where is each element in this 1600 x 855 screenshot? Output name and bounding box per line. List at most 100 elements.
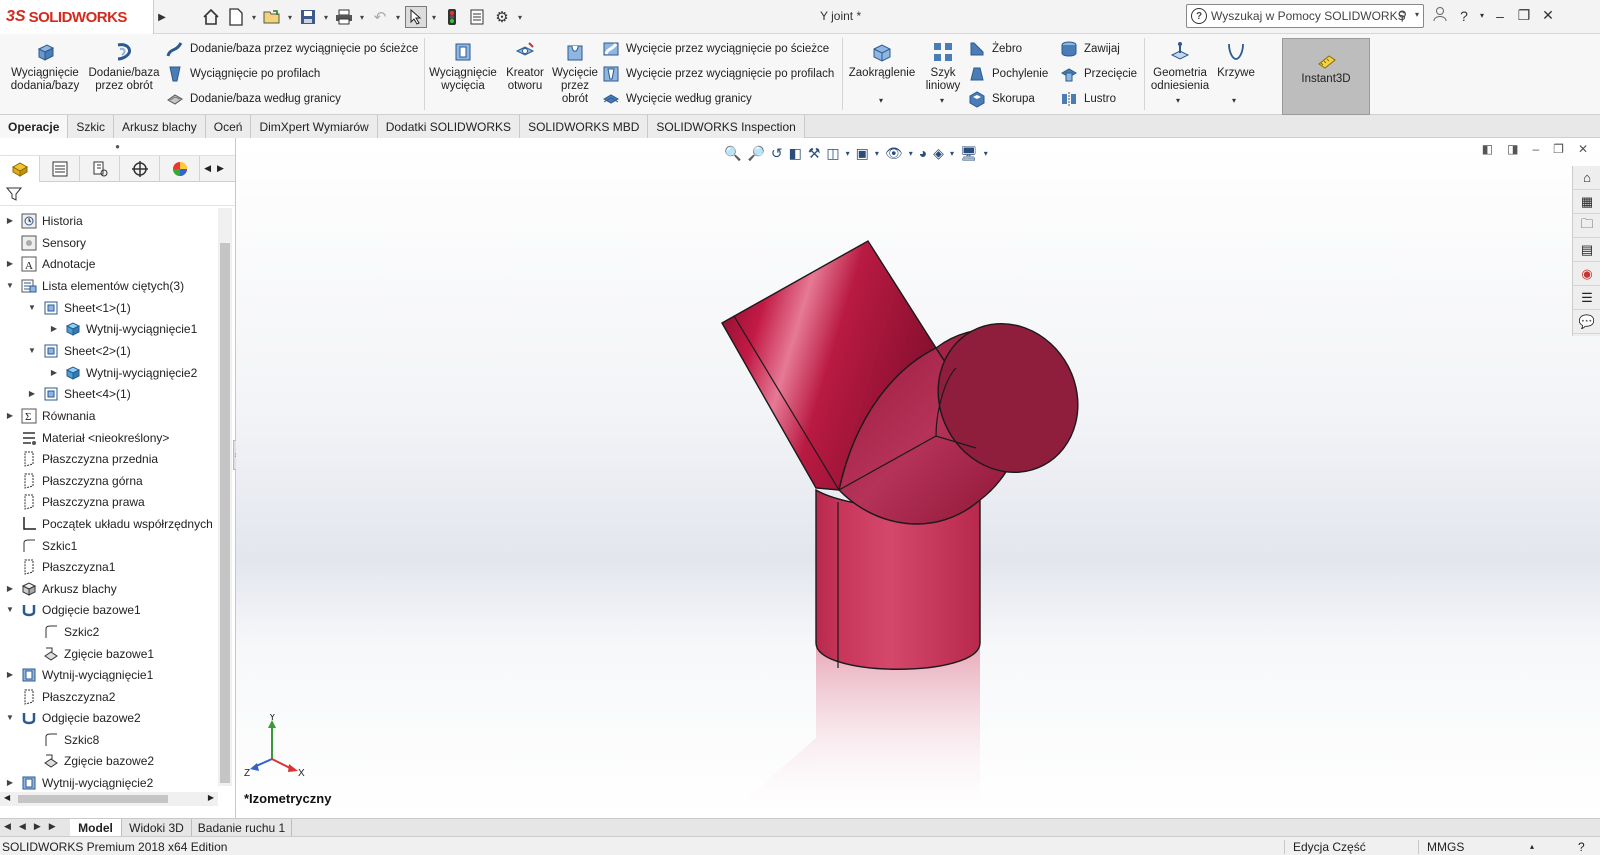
tab-dimxpert[interactable]: DimXpert Wymiarów	[251, 115, 378, 138]
hole-wizard-button[interactable]: Kreator otworu	[502, 40, 548, 93]
boundary-cut-button[interactable]: Wycięcie według granicy	[602, 90, 752, 108]
tree-node-sheet1[interactable]: ▼ Sheet<1>(1)	[26, 297, 131, 318]
open-folder-icon[interactable]	[261, 6, 283, 28]
options-gear-icon[interactable]: ⚙	[491, 6, 513, 28]
tree-node-rownania[interactable]: ▶ Σ Równania	[4, 405, 95, 426]
property-manager-tab-icon[interactable]	[40, 156, 80, 182]
expand-arrow-icon[interactable]: ▶	[4, 670, 16, 679]
draft-button[interactable]: Pochylenie	[968, 65, 1048, 83]
tree-node-zgiecie-bazowe2[interactable]: Zgięcie bazowe2	[26, 750, 154, 771]
options-dropdown-icon[interactable]: ▾	[516, 13, 524, 22]
collapse-arrow-icon[interactable]: ▼	[4, 281, 16, 290]
scroll-right-icon[interactable]: ▶	[217, 163, 224, 174]
expand-arrow-icon[interactable]: ▶	[4, 778, 16, 787]
status-help-icon[interactable]: ?	[1578, 840, 1585, 854]
extrude-boss-button[interactable]: Wyciągnięcie dodania/bazy	[8, 40, 82, 93]
curves-dropdown-icon[interactable]: ▾	[1232, 96, 1236, 105]
feature-manager-tab-icon[interactable]	[0, 156, 40, 182]
tab-operacje[interactable]: Operacje	[0, 115, 69, 138]
instant3d-button[interactable]: Instant3D	[1282, 38, 1370, 115]
tab-szkic[interactable]: Szkic	[68, 115, 115, 138]
tab-ocen[interactable]: Oceń	[205, 115, 252, 138]
tree-node-material[interactable]: Materiał <nieokreślony>	[4, 427, 169, 448]
close-icon[interactable]: ✕	[1538, 7, 1558, 24]
collapse-arrow-icon[interactable]: ▼	[4, 605, 16, 614]
curves-button[interactable]: Krzywe	[1216, 40, 1256, 80]
new-dropdown-icon[interactable]: ▾	[250, 13, 258, 22]
scroll-right-icon[interactable]: ▶	[208, 793, 214, 802]
units-dropdown-icon[interactable]: ▴	[1530, 842, 1534, 851]
expand-arrow-icon[interactable]: ▶	[48, 368, 60, 377]
tree-node-body1[interactable]: ▶ Wytnij-wyciągnięcie1	[48, 318, 197, 339]
tree-node-plaszczyzna-gorna[interactable]: Płaszczyzna górna	[4, 470, 143, 491]
save-dropdown-icon[interactable]: ▾	[322, 13, 330, 22]
expand-arrow-icon[interactable]: ▶	[4, 584, 16, 593]
tree-node-sensory[interactable]: Sensory	[4, 232, 86, 253]
select-dropdown-icon[interactable]: ▾	[430, 13, 438, 22]
tree-vertical-scrollbar[interactable]	[218, 208, 232, 786]
tree-node-plaszczyzna-prawa[interactable]: Płaszczyzna prawa	[4, 491, 145, 512]
scrollbar-thumb[interactable]	[18, 795, 168, 803]
search-dropdown-icon[interactable]: ▾	[1415, 10, 1419, 19]
user-icon[interactable]	[1430, 6, 1450, 25]
linear-pattern-button[interactable]: Szyk liniowy	[922, 40, 964, 93]
select-arrow-icon[interactable]	[405, 6, 427, 28]
restore-icon[interactable]: ❐	[1514, 7, 1534, 24]
rib-button[interactable]: Żebro	[968, 40, 1022, 58]
tree-node-poczatek[interactable]: Początek układu współrzędnych	[4, 513, 213, 534]
wrap-button[interactable]: Zawijaj	[1060, 40, 1120, 58]
manager-tabs-scroll[interactable]: ◀ ▶	[200, 156, 228, 181]
new-document-icon[interactable]	[225, 6, 247, 28]
tree-node-wytnij1[interactable]: ▶ Wytnij-wyciągnięcie1	[4, 664, 153, 685]
tree-node-odgiecie-bazowe2[interactable]: ▼ Odgięcie bazowe2	[4, 707, 141, 728]
swept-cut-button[interactable]: Wycięcie przez wyciągnięcie po ścieżce	[602, 40, 829, 58]
expand-arrow-icon[interactable]: ▶	[26, 389, 38, 398]
undo-icon[interactable]: ↶	[369, 6, 391, 28]
tree-node-zgiecie-bazowe1[interactable]: Zgięcie bazowe1	[26, 643, 154, 664]
intersect-button[interactable]: Przecięcie	[1060, 65, 1137, 83]
units-selector[interactable]: MMGS ▴	[1418, 840, 1548, 854]
lofted-boss-button[interactable]: Wyciągnięcie po profilach	[166, 65, 320, 83]
fillet-dropdown-icon[interactable]: ▾	[879, 96, 883, 105]
linear-pattern-dropdown-icon[interactable]: ▾	[940, 96, 944, 105]
swept-boss-button[interactable]: Dodanie/baza przez wyciągnięcie po ścież…	[166, 40, 418, 58]
help-icon[interactable]: ?	[1454, 8, 1474, 24]
save-icon[interactable]	[297, 6, 319, 28]
expand-arrow-icon[interactable]: ▶	[4, 259, 16, 268]
filter-icon[interactable]	[0, 182, 235, 206]
tree-node-historia[interactable]: ▶ Historia	[4, 210, 83, 231]
dimxpert-manager-tab-icon[interactable]	[120, 156, 160, 182]
help-search-box[interactable]: ? Wyszukaj w Pomocy SOLIDWORKS ⚲ ▾	[1186, 4, 1424, 28]
fillet-button[interactable]: Zaokrąglenie	[846, 40, 918, 80]
tab-widoki-3d[interactable]: Widoki 3D	[122, 819, 192, 837]
search-icon[interactable]: ⚲	[1397, 8, 1407, 24]
tab-model[interactable]: Model	[70, 819, 122, 837]
tab-inspection[interactable]: SOLIDWORKS Inspection	[648, 115, 805, 138]
solidworks-logo[interactable]: 3S SOLIDWORKS	[0, 0, 154, 34]
collapse-arrow-icon[interactable]: ▼	[26, 303, 38, 312]
tree-node-lista-elementow[interactable]: ▼ Lista elementów ciętych(3)	[4, 275, 184, 296]
tree-node-adnotacje[interactable]: ▶ A Adnotacje	[4, 253, 95, 274]
tree-node-plaszczyzna-przednia[interactable]: Płaszczyzna przednia	[4, 448, 158, 469]
shell-button[interactable]: Skorupa	[968, 90, 1035, 108]
reference-geometry-dropdown-icon[interactable]: ▾	[1176, 96, 1180, 105]
expand-arrow-icon[interactable]: ▶	[4, 411, 16, 420]
extrude-cut-button[interactable]: Wyciągnięcie wycięcia	[428, 40, 498, 93]
menu-expand-arrow-icon[interactable]: ▶	[156, 4, 168, 30]
tree-node-wytnij2[interactable]: ▶ Wytnij-wyciągnięcie2	[4, 772, 153, 793]
y-joint-model[interactable]	[236, 138, 1600, 818]
tree-horizontal-scrollbar[interactable]: ◀ ▶	[0, 792, 218, 806]
home-icon[interactable]	[200, 6, 222, 28]
lofted-cut-button[interactable]: Wycięcie przez wyciągnięcie po profilach	[602, 65, 834, 83]
tree-node-arkusz-blachy[interactable]: ▶ Arkusz blachy	[4, 578, 117, 599]
tab-arkusz-blachy[interactable]: Arkusz blachy	[114, 115, 206, 138]
revolve-cut-button[interactable]: Wycięcie przez obrót	[552, 40, 598, 106]
reference-geometry-button[interactable]: Geometria odniesienia	[1148, 40, 1212, 93]
help-search-input[interactable]: Wyszukaj w Pomocy SOLIDWORKS	[1211, 9, 1406, 23]
scroll-left-icon[interactable]: ◀	[4, 793, 10, 802]
tab-mbd[interactable]: SOLIDWORKS MBD	[520, 115, 649, 138]
minimize-icon[interactable]: –	[1490, 8, 1510, 24]
tab-nav-arrows-icon[interactable]: ◀◀▶▶	[4, 821, 64, 832]
expand-arrow-icon[interactable]: ▶	[4, 216, 16, 225]
graphics-viewport[interactable]: 🔍 🔎 ↺ ◧ ⚒ ◫ ▾ ▣ ▾ 👁 ▾ ◕ ◈ ▾ 🖥 ▾ ◧ ◨ – ❐ ✕ ⌂ ▦…	[236, 138, 1600, 818]
